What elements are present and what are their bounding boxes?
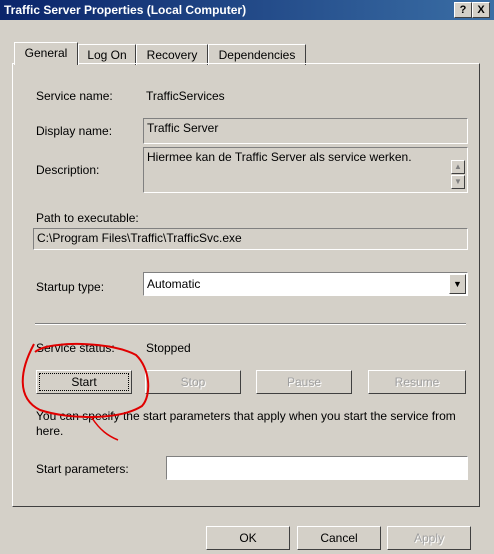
tab-general[interactable]: General bbox=[14, 42, 78, 65]
red-circle-annotation bbox=[21, 342, 150, 441]
properties-dialog: Traffic Server Properties (Local Compute… bbox=[0, 0, 494, 554]
